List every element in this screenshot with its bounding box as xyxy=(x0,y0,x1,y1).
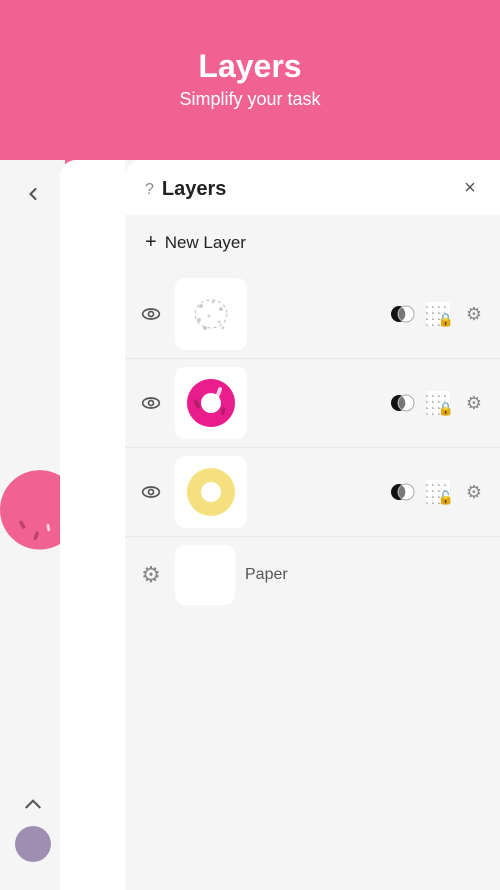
table-row: 🔒 ⚙ xyxy=(125,358,500,447)
settings-button[interactable]: ⚙ xyxy=(460,478,488,506)
blend-mode-button[interactable] xyxy=(388,300,416,328)
layers-panel: ? Layers × + New Layer xyxy=(125,160,500,890)
canvas-preview xyxy=(0,212,65,785)
table-row: 🔓 ⚙ xyxy=(125,447,500,536)
blend-mode-button[interactable] xyxy=(388,478,416,506)
lock-button[interactable]: 🔒 xyxy=(424,389,452,417)
plus-icon: + xyxy=(145,231,157,254)
paper-settings-button[interactable]: ⚙ xyxy=(137,561,165,589)
visibility-toggle[interactable] xyxy=(137,478,165,506)
blend-icon xyxy=(389,390,415,416)
settings-button[interactable]: ⚙ xyxy=(460,389,488,417)
settings-button[interactable]: ⚙ xyxy=(460,300,488,328)
app-container: ? Layers × + New Layer xyxy=(60,160,500,890)
canvas-artwork xyxy=(0,434,65,564)
layer-controls: 🔓 ⚙ xyxy=(388,478,488,506)
lock-icon: 🔒 xyxy=(438,312,454,328)
left-sidebar xyxy=(0,160,65,890)
paper-thumbnail xyxy=(175,545,235,605)
paper-label: Paper xyxy=(245,566,288,584)
visibility-toggle[interactable] xyxy=(137,300,165,328)
panel-title: Layers xyxy=(162,178,227,201)
help-icon[interactable]: ? xyxy=(145,181,154,199)
close-button[interactable]: × xyxy=(456,174,484,202)
blend-icon xyxy=(389,301,415,327)
table-row: ⚙ Paper xyxy=(125,536,500,613)
header-section: Layers Simplify your task xyxy=(0,0,500,140)
blend-mode-button[interactable] xyxy=(388,389,416,417)
layer-controls: 🔒 ⚙ xyxy=(388,389,488,417)
lock-icon: 🔒 xyxy=(438,401,454,417)
layer-thumbnail xyxy=(175,367,247,439)
layers-list: 🔒 ⚙ xyxy=(125,270,500,613)
blend-icon xyxy=(389,479,415,505)
layer-thumbnail xyxy=(175,278,247,350)
lock-icon: 🔓 xyxy=(438,490,454,506)
color-swatch[interactable] xyxy=(15,826,51,862)
page-title: Layers xyxy=(20,48,480,85)
new-layer-label: New Layer xyxy=(165,233,246,253)
layer-preview xyxy=(179,371,243,435)
table-row: 🔒 ⚙ xyxy=(125,270,500,358)
chevron-up-button[interactable] xyxy=(23,797,43,816)
page-subtitle: Simplify your task xyxy=(20,89,480,110)
visibility-toggle[interactable] xyxy=(137,389,165,417)
layer-controls: 🔒 ⚙ xyxy=(388,300,488,328)
layer-preview xyxy=(181,284,241,344)
lock-button[interactable]: 🔓 xyxy=(424,478,452,506)
layer-preview xyxy=(179,460,243,524)
bottom-controls xyxy=(15,785,51,874)
layer-thumbnail xyxy=(175,456,247,528)
new-layer-button[interactable]: + New Layer xyxy=(125,215,500,270)
panel-header: ? Layers × xyxy=(125,160,500,215)
lock-button[interactable]: 🔒 xyxy=(424,300,452,328)
back-button[interactable] xyxy=(15,176,51,212)
